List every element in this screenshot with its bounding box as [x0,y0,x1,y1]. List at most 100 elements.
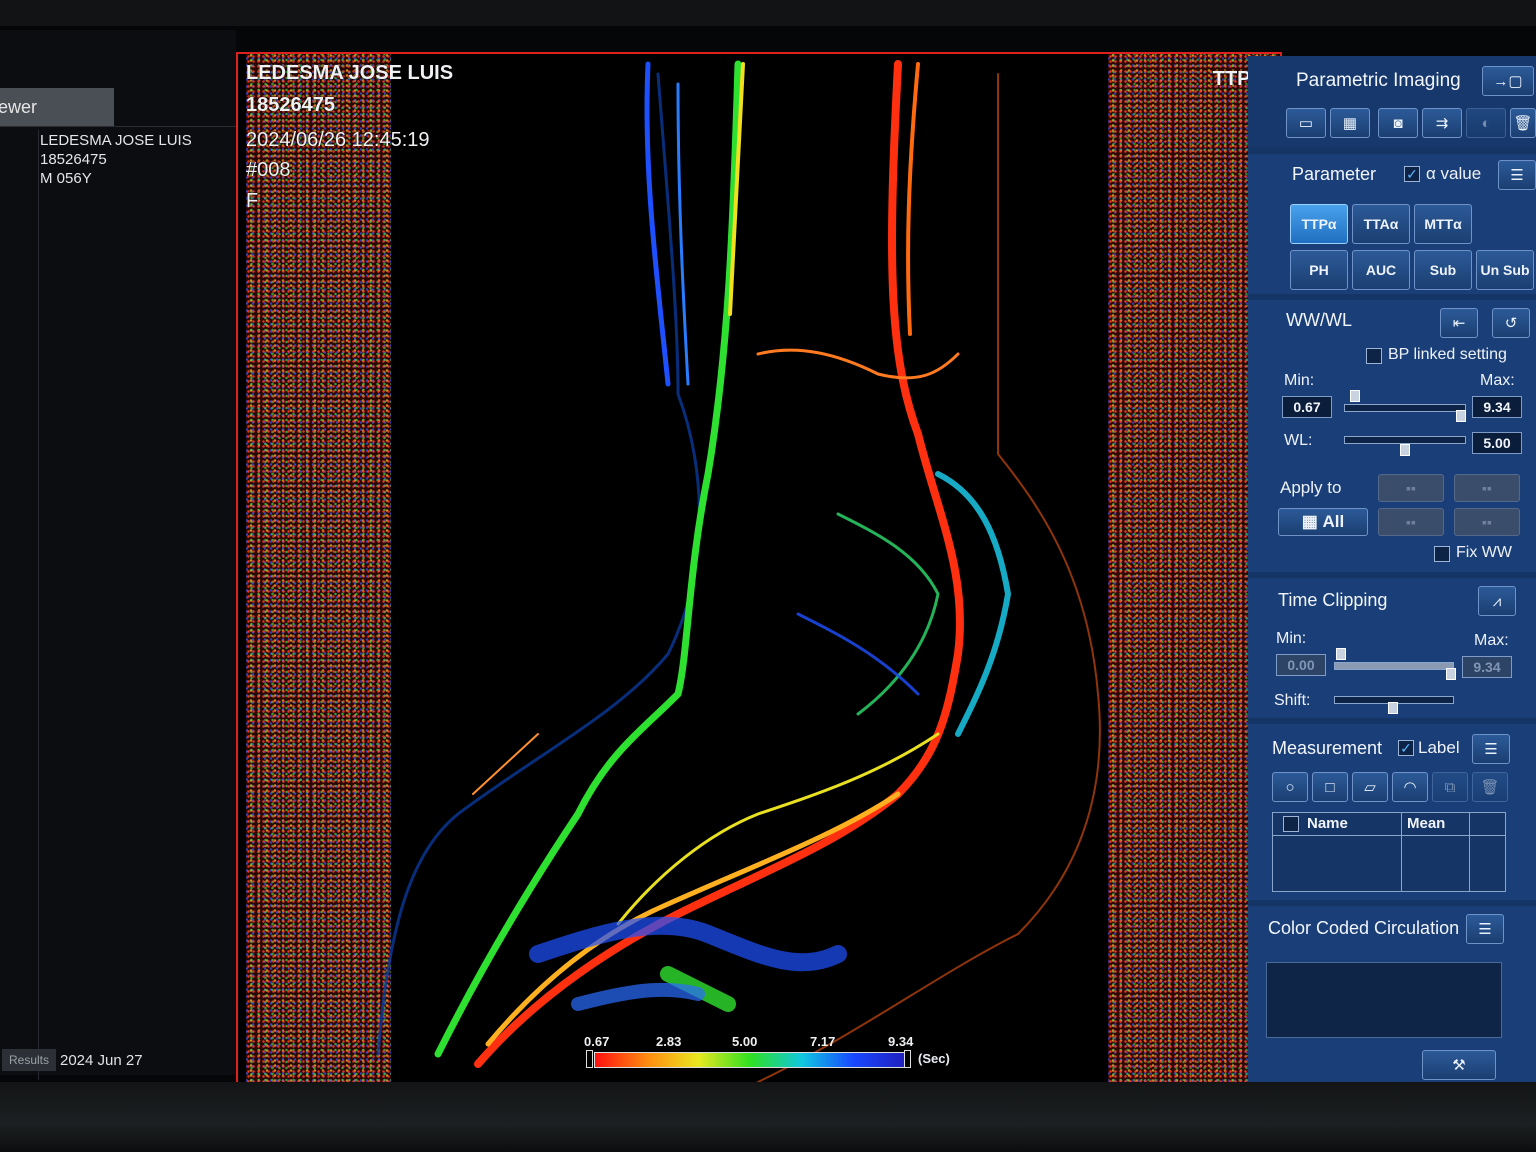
viewer-tab-label: ewer [0,97,38,117]
time-clipping-section: Time Clipping ⩘ Min: Max: 0.00 9.34 Shif… [1248,578,1536,718]
apply-to-layout-button[interactable]: ▪▪ [1454,474,1520,502]
tc-max-thumb[interactable] [1446,668,1456,680]
polygon-roi-icon[interactable]: ▱ [1352,772,1388,802]
apply-all-label: All [1322,512,1345,531]
color-coded-list-icon[interactable]: ☰ [1466,914,1504,944]
apply-all-button[interactable]: ▦ All [1278,508,1368,536]
results-tab[interactable]: Results [2,1049,56,1071]
reset-range-icon[interactable]: ⇤ [1440,308,1478,338]
wl-label: WL: [1284,432,1313,449]
ww-min-thumb[interactable] [1350,390,1360,402]
ww-max-field[interactable]: 9.34 [1472,396,1522,418]
measurement-label: Measurement [1272,738,1383,758]
list-menu-icon[interactable]: ☰ [1498,160,1536,190]
viewer-sidebar: ewer LEDESMA JOSE LUIS 18526475 M 056Y R… [0,30,236,1080]
viewer-tab[interactable]: ewer [0,88,114,126]
tc-max-field[interactable]: 9.34 [1462,656,1512,678]
image-viewport[interactable]: LEDESMA JOSE LUIS 18526475 2024/06/26 12… [236,52,1282,1084]
divider [1401,813,1402,891]
overlay-patient-id: 18526475 [246,94,335,116]
divider [1273,835,1505,836]
wl-field[interactable]: 5.00 [1472,432,1522,454]
colorbar-tick: 5.00 [732,1034,758,1049]
table-header-name: Name [1307,815,1348,832]
alpha-value-checkbox[interactable]: ✓ [1404,166,1420,182]
results-date: 2024 Jun 27 [60,1052,143,1069]
apply-to-layout-button[interactable]: ▪▪ [1378,508,1444,536]
parametric-imaging-panel: Parametric Imaging →▢ ▭ ▦ ◙ ⇉ ◐ 🗑 Parame… [1248,56,1536,1086]
undo-icon[interactable]: ↺ [1492,308,1530,338]
tools-icon[interactable]: ⚒ [1422,1050,1496,1080]
ww-min-field[interactable]: 0.67 [1282,396,1332,418]
min-label: Min: [1284,372,1315,389]
wwwl-label: WW/WL [1286,310,1352,330]
grid-layout-icon[interactable]: ▦ [1330,108,1370,138]
circle-roi-icon[interactable]: ○ [1272,772,1308,802]
trash-icon[interactable]: 🗑 [1510,108,1536,138]
param-button-ttaa[interactable]: TTAα [1352,204,1410,244]
parameter-label: Parameter [1292,164,1377,184]
bp-linked-checkbox[interactable]: ✓ [1366,348,1382,364]
apply-to-layout-button[interactable]: ▪▪ [1454,508,1520,536]
param-button-auc[interactable]: AUC [1352,250,1410,290]
param-button-mtta[interactable]: MTTα [1414,204,1472,244]
bp-linked-label: BP linked setting [1388,346,1507,363]
wl-slider[interactable] [1344,436,1466,444]
transfer-icon[interactable]: ⇉ [1422,108,1462,138]
overlay-orientation: F [246,190,259,212]
param-button-ph[interactable]: PH [1290,250,1348,290]
color-coded-preview [1266,962,1502,1038]
tc-min-label: Min: [1276,630,1307,647]
tc-range-slider[interactable] [1334,662,1454,670]
shift-thumb[interactable] [1388,702,1398,714]
disabled-tool-icon[interactable]: ◐ [1466,108,1506,138]
colorbar-tick: 0.67 [584,1034,610,1049]
time-curve-icon[interactable]: ⩘ [1478,586,1516,616]
divider [1469,813,1470,891]
tc-min-field[interactable]: 0.00 [1276,654,1326,676]
patient-id: 18526475 [40,151,107,168]
measurement-label-check-text: Label [1418,738,1460,757]
colorbar-tick: 9.34 [888,1034,914,1049]
param-button-sub[interactable]: Sub [1414,250,1472,290]
panel-header: Parametric Imaging →▢ ▭ ▦ ◙ ⇉ ◐ 🗑 [1248,56,1536,146]
max-label: Max: [1480,372,1515,389]
delete-roi-icon[interactable]: 🗑 [1472,772,1508,802]
colorbar-unit: (Sec) [918,1051,950,1066]
rectangle-roi-icon[interactable]: □ [1312,772,1348,802]
export-arrow-icon[interactable]: →▢ [1482,66,1534,96]
measurement-list-icon[interactable]: ☰ [1472,734,1510,764]
measurement-label-checkbox[interactable]: ✓ [1398,740,1414,756]
overlay-patient-name: LEDESMA JOSE LUIS [246,62,454,84]
color-coded-label: Color Coded Circulation [1268,918,1460,938]
fix-ww-checkbox[interactable]: ✓ [1434,546,1450,562]
ww-max-thumb[interactable] [1456,410,1466,422]
color-coded-circulation-section: Color Coded Circulation ☰ ⚒ [1248,906,1536,1086]
ww-range-slider[interactable] [1344,404,1466,412]
parameter-section: Parameter ✓ α value ☰ TTPα TTAα MTTα PH … [1248,154,1536,294]
param-button-unsub[interactable]: Un Sub [1476,250,1534,290]
colorbar: 0.67 2.83 5.00 7.17 9.34 (Sec) [584,1034,964,1074]
copy-roi-icon[interactable]: ⧉ [1432,772,1468,802]
tc-max-label: Max: [1474,632,1509,649]
camera-icon[interactable]: ◙ [1378,108,1418,138]
divider [38,130,39,1080]
colorbar-min-cap [586,1050,593,1068]
colorbar-tick: 2.83 [656,1034,682,1049]
measurement-table: ✓ Name Mean [1272,812,1506,892]
colorbar-max-cap [904,1050,911,1068]
table-select-all-checkbox[interactable]: ✓ [1283,816,1299,832]
param-button-ttpa[interactable]: TTPα [1290,204,1348,244]
divider [0,126,236,127]
overlay-series-number: #008 [246,159,291,181]
table-header-mean: Mean [1407,815,1446,832]
colorbar-tick: 7.17 [810,1034,836,1049]
single-layout-icon[interactable]: ▭ [1286,108,1326,138]
patient-info[interactable]: LEDESMA JOSE LUIS 18526475 M 056Y [40,131,192,188]
freehand-roi-icon[interactable]: ◠ [1392,772,1428,802]
wl-thumb[interactable] [1400,444,1410,456]
panel-title: Parametric Imaging [1296,70,1461,91]
alpha-value-label: α value [1426,164,1482,183]
tc-min-thumb[interactable] [1336,648,1346,660]
apply-to-layout-button[interactable]: ▪▪ [1378,474,1444,502]
